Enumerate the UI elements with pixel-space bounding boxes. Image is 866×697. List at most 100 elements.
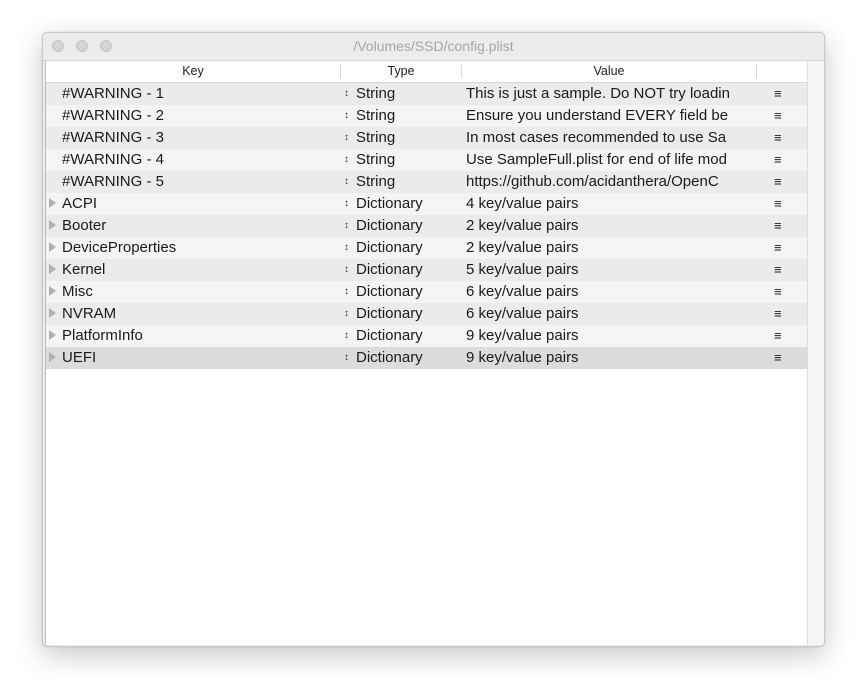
- column-header-value[interactable]: Value: [462, 64, 756, 78]
- table-header: Key Type Value: [46, 61, 807, 83]
- row-type: Dictionary: [356, 217, 423, 234]
- type-popup[interactable]: ↕ Dictionary: [344, 239, 423, 256]
- row-key[interactable]: #WARNING - 2: [62, 107, 164, 124]
- row-type: Dictionary: [356, 283, 423, 300]
- row-value[interactable]: https://github.com/acidanthera/OpenC: [466, 173, 760, 190]
- row-key[interactable]: Booter: [62, 217, 106, 234]
- row-value[interactable]: Ensure you understand EVERY field be: [466, 107, 760, 124]
- row-value[interactable]: 6 key/value pairs: [466, 283, 760, 300]
- column-header-key[interactable]: Key: [46, 64, 340, 78]
- row-key[interactable]: PlatformInfo: [62, 327, 143, 344]
- row-value[interactable]: 6 key/value pairs: [466, 305, 760, 322]
- table-row[interactable]: ACPI ↕ Dictionary 4 key/value pairs ≡: [46, 193, 807, 215]
- type-popup[interactable]: ↕ Dictionary: [344, 305, 423, 322]
- disclosure-triangle-icon[interactable]: [49, 198, 56, 208]
- row-key[interactable]: #WARNING - 5: [62, 173, 164, 190]
- row-menu-icon[interactable]: ≡: [774, 218, 782, 233]
- column-divider[interactable]: [756, 65, 757, 78]
- row-menu-icon[interactable]: ≡: [774, 196, 782, 211]
- row-menu-icon[interactable]: ≡: [774, 262, 782, 277]
- table-row[interactable]: #WARNING - 4 ↕ String Use SampleFull.plist …: [46, 149, 807, 171]
- disclosure-triangle-icon[interactable]: [49, 330, 56, 340]
- outline-rows: #WARNING - 1 ↕ String This is just a sample…: [46, 83, 807, 369]
- row-value[interactable]: 5 key/value pairs: [466, 261, 760, 278]
- type-popup[interactable]: ↕ String: [344, 107, 395, 124]
- up-down-arrows-icon: ↕: [344, 352, 349, 363]
- row-menu-icon[interactable]: ≡: [774, 174, 782, 189]
- row-value[interactable]: In most cases recommended to use Sa: [466, 129, 760, 146]
- row-menu-icon[interactable]: ≡: [774, 328, 782, 343]
- row-key[interactable]: #WARNING - 1: [62, 85, 164, 102]
- table-row[interactable]: #WARNING - 5 ↕ String https://github.com/ac…: [46, 171, 807, 193]
- type-popup[interactable]: ↕ Dictionary: [344, 261, 423, 278]
- row-menu-icon[interactable]: ≡: [774, 130, 782, 145]
- row-type: Dictionary: [356, 239, 423, 256]
- type-popup[interactable]: ↕ String: [344, 173, 395, 190]
- up-down-arrows-icon: ↕: [344, 88, 349, 99]
- type-popup[interactable]: ↕ Dictionary: [344, 283, 423, 300]
- up-down-arrows-icon: ↕: [344, 330, 349, 341]
- outline-view[interactable]: Key Type Value #WARNING - 1 ↕ String This i…: [45, 61, 807, 645]
- row-value[interactable]: Use SampleFull.plist for end of life mod: [466, 151, 760, 168]
- row-value[interactable]: 4 key/value pairs: [466, 195, 760, 212]
- up-down-arrows-icon: ↕: [344, 264, 349, 275]
- disclosure-triangle-icon[interactable]: [49, 220, 56, 230]
- row-menu-icon[interactable]: ≡: [774, 108, 782, 123]
- disclosure-triangle-icon[interactable]: [49, 242, 56, 252]
- title-bar[interactable]: /Volumes/SSD/config.plist: [43, 33, 824, 61]
- type-popup[interactable]: ↕ String: [344, 151, 395, 168]
- up-down-arrows-icon: ↕: [344, 220, 349, 231]
- disclosure-triangle-icon[interactable]: [49, 286, 56, 296]
- table-row[interactable]: Booter ↕ Dictionary 2 key/value pairs ≡: [46, 215, 807, 237]
- row-key[interactable]: Kernel: [62, 261, 105, 278]
- up-down-arrows-icon: ↕: [344, 308, 349, 319]
- type-popup[interactable]: ↕ Dictionary: [344, 195, 423, 212]
- row-type: String: [356, 107, 396, 124]
- row-menu-icon[interactable]: ≡: [774, 86, 782, 101]
- disclosure-triangle-icon[interactable]: [49, 264, 56, 274]
- table-row[interactable]: #WARNING - 3 ↕ String In most cases recomme…: [46, 127, 807, 149]
- row-menu-icon[interactable]: ≡: [774, 350, 782, 365]
- vertical-scrollbar[interactable]: [807, 61, 824, 645]
- row-menu-icon[interactable]: ≡: [774, 240, 782, 255]
- up-down-arrows-icon: ↕: [344, 154, 349, 165]
- row-key[interactable]: DeviceProperties: [62, 239, 176, 256]
- table-row[interactable]: UEFI ↕ Dictionary 9 key/value pairs ≡: [46, 347, 807, 369]
- row-type: Dictionary: [356, 305, 423, 322]
- row-type: String: [356, 151, 396, 168]
- row-value[interactable]: This is just a sample. Do NOT try loadin: [466, 85, 760, 102]
- table-row[interactable]: #WARNING - 1 ↕ String This is just a sample…: [46, 83, 807, 105]
- row-value[interactable]: 2 key/value pairs: [466, 239, 760, 256]
- type-popup[interactable]: ↕ String: [344, 129, 395, 146]
- type-popup[interactable]: ↕ Dictionary: [344, 327, 423, 344]
- table-row[interactable]: DeviceProperties ↕ Dictionary 2 key/value p…: [46, 237, 807, 259]
- row-key[interactable]: #WARNING - 3: [62, 129, 164, 146]
- row-value[interactable]: 9 key/value pairs: [466, 349, 760, 366]
- table-row[interactable]: Misc ↕ Dictionary 6 key/value pairs ≡: [46, 281, 807, 303]
- row-menu-icon[interactable]: ≡: [774, 306, 782, 321]
- type-popup[interactable]: ↕ String: [344, 85, 395, 102]
- plist-editor-window: /Volumes/SSD/config.plist Key Type Value…: [42, 32, 825, 647]
- up-down-arrows-icon: ↕: [344, 176, 349, 187]
- table-row[interactable]: #WARNING - 2 ↕ String Ensure you understand…: [46, 105, 807, 127]
- row-value[interactable]: 9 key/value pairs: [466, 327, 760, 344]
- column-header-type[interactable]: Type: [341, 64, 461, 78]
- type-popup[interactable]: ↕ Dictionary: [344, 349, 423, 366]
- row-type: Dictionary: [356, 261, 423, 278]
- row-key[interactable]: UEFI: [62, 349, 96, 366]
- table-row[interactable]: NVRAM ↕ Dictionary 6 key/value pairs ≡: [46, 303, 807, 325]
- table-row[interactable]: Kernel ↕ Dictionary 5 key/value pairs ≡: [46, 259, 807, 281]
- row-key[interactable]: Misc: [62, 283, 93, 300]
- row-menu-icon[interactable]: ≡: [774, 152, 782, 167]
- type-popup[interactable]: ↕ Dictionary: [344, 217, 423, 234]
- row-type: Dictionary: [356, 349, 423, 366]
- disclosure-triangle-icon[interactable]: [49, 308, 56, 318]
- row-type: String: [356, 129, 396, 146]
- disclosure-triangle-icon[interactable]: [49, 352, 56, 362]
- row-key[interactable]: ACPI: [62, 195, 97, 212]
- table-row[interactable]: PlatformInfo ↕ Dictionary 9 key/value pairs…: [46, 325, 807, 347]
- row-menu-icon[interactable]: ≡: [774, 284, 782, 299]
- row-key[interactable]: #WARNING - 4: [62, 151, 164, 168]
- row-value[interactable]: 2 key/value pairs: [466, 217, 760, 234]
- row-key[interactable]: NVRAM: [62, 305, 116, 322]
